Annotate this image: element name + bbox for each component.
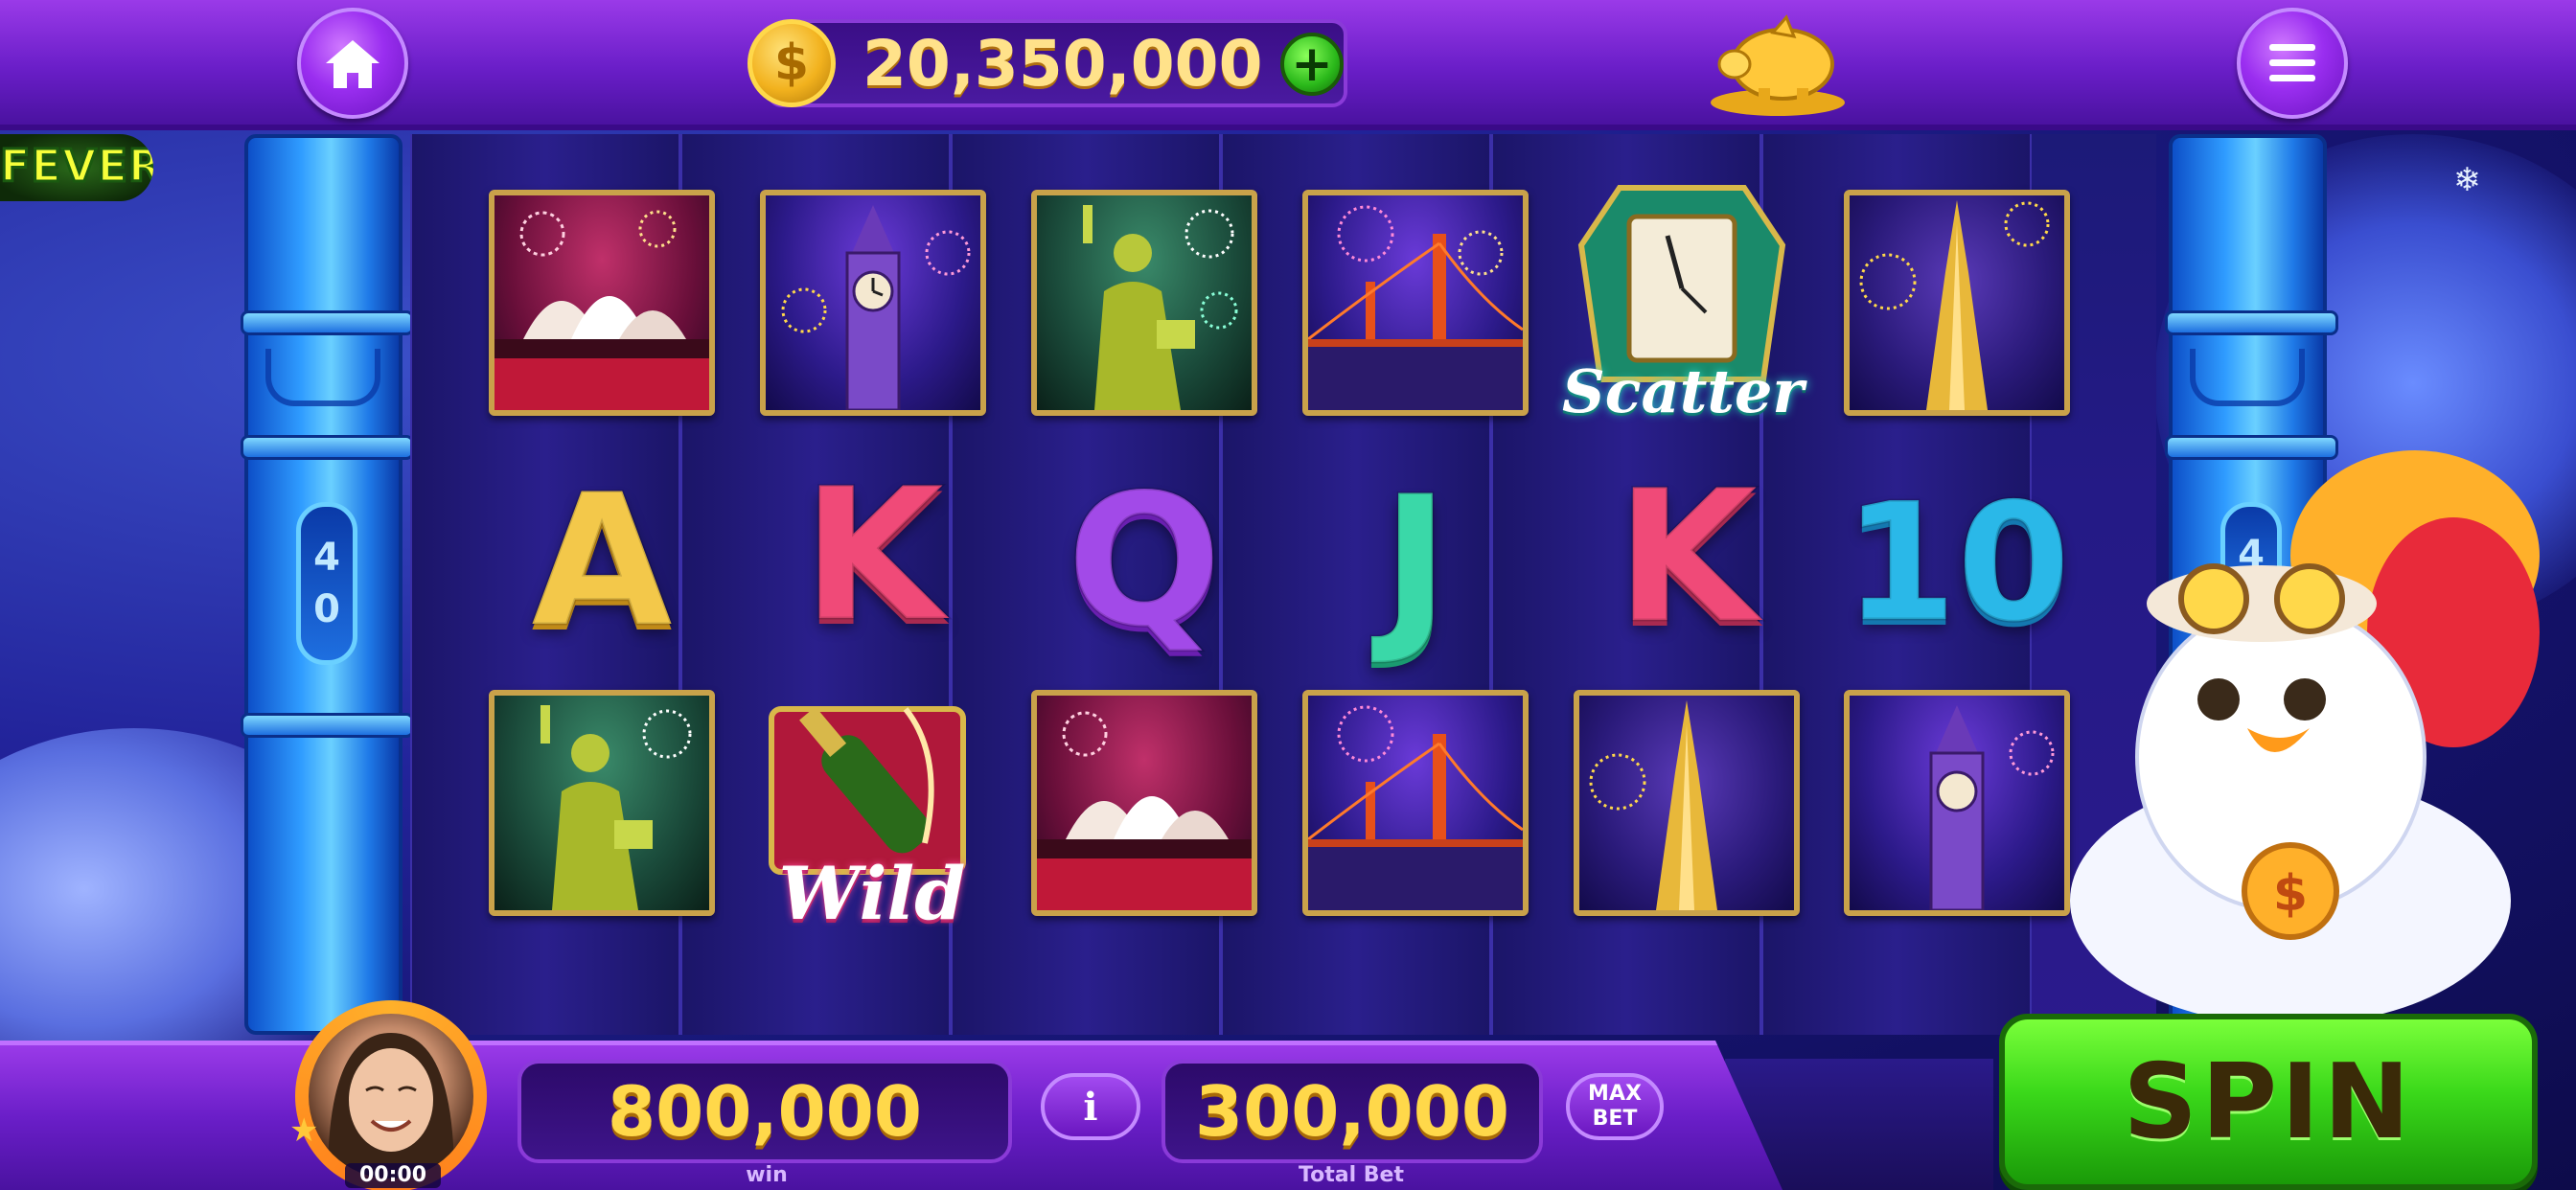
spin-button[interactable]: SPIN — [1999, 1014, 2538, 1190]
player-avatar-image — [309, 1014, 473, 1179]
symbol-big-ben — [1844, 690, 2070, 916]
symbol-big-ben — [760, 190, 986, 416]
max-bet-button[interactable]: MAX BET — [1566, 1073, 1664, 1140]
golden-gate-bridge-icon — [1308, 205, 1523, 410]
pillar-band — [241, 713, 414, 738]
pillar-band — [241, 435, 414, 460]
timer-text: 00:00 — [345, 1163, 441, 1188]
win-amount: 800,000 — [608, 1071, 922, 1152]
symbol-opera-house — [489, 190, 715, 416]
total-bet-amount: 300,000 — [1195, 1071, 1509, 1152]
symbol-wild: Wild — [743, 671, 1001, 939]
fever-logo-text: FEVER — [0, 139, 153, 194]
statue-of-liberty-icon — [1083, 205, 1238, 410]
ice-pillar-left: 4 0 — [241, 134, 414, 1035]
opera-house-icon — [494, 210, 709, 410]
symbol-letter-j: J — [1380, 457, 1451, 669]
pillar-wave-decoration — [265, 349, 380, 406]
golden-gate-bridge-icon — [1308, 705, 1523, 910]
coin-balance: 20,350,000 — [862, 27, 1263, 101]
symbol-letter-k: K — [1615, 451, 1759, 663]
snowflake-icon: ❄ — [2453, 161, 2481, 199]
pillar-band — [241, 310, 414, 335]
wild-label: Wild — [778, 851, 966, 936]
info-button[interactable]: i — [1041, 1073, 1140, 1140]
penguin-mascot: $ — [2070, 450, 2540, 1016]
pillar-band — [2165, 310, 2338, 335]
level-star-icon: ★ — [289, 1111, 319, 1150]
badge-digit: 0 — [313, 587, 340, 631]
scatter-label: Scatter — [1562, 356, 1805, 426]
add-coins-button[interactable]: + — [1280, 33, 1344, 96]
total-bet-label: Total Bet — [1299, 1163, 1404, 1187]
symbol-letter-a: A — [530, 455, 674, 667]
hamburger-menu-icon — [2269, 44, 2315, 81]
win-label: win — [746, 1163, 788, 1187]
home-icon — [326, 40, 380, 88]
symbol-letter-k: K — [801, 449, 945, 661]
burj-khalifa-icon — [1589, 700, 1717, 910]
opera-house-icon — [1037, 711, 1252, 910]
menu-button[interactable] — [2237, 8, 2348, 119]
statue-of-liberty-icon — [540, 705, 692, 910]
symbol-opera-house — [1031, 690, 1257, 916]
home-button[interactable] — [297, 8, 408, 119]
symbol-letter-q: Q — [1066, 455, 1224, 667]
symbol-statue-of-liberty — [1031, 190, 1257, 416]
big-ben-icon — [781, 205, 971, 410]
fever-logo: FEVER — [0, 134, 153, 201]
badge-digit: 4 — [313, 536, 340, 580]
burj-khalifa-icon — [1859, 200, 2050, 410]
big-ben-icon — [1929, 705, 2055, 910]
piggy-bank-icon[interactable] — [1706, 11, 1850, 117]
symbol-statue-of-liberty — [489, 690, 715, 916]
svg-text:$: $ — [2273, 865, 2308, 923]
max-bet-label-line2: BET — [1592, 1107, 1638, 1131]
symbol-golden-gate-bridge — [1302, 690, 1529, 916]
max-bet-label-line1: MAX — [1588, 1082, 1642, 1106]
symbol-number-10: 10 — [1842, 469, 2072, 658]
pillar-wave-decoration — [2190, 349, 2305, 406]
symbol-golden-gate-bridge — [1302, 190, 1529, 416]
coin-icon: $ — [748, 19, 836, 107]
symbol-burj-khalifa — [1574, 690, 1800, 916]
spin-label: SPIN — [2123, 1041, 2414, 1162]
pillar-multiplier-badge-left: 4 0 — [296, 502, 357, 665]
symbol-scatter: Scatter — [1562, 169, 1805, 446]
symbol-burj-khalifa — [1844, 190, 2070, 416]
avatar[interactable] — [295, 1000, 487, 1190]
